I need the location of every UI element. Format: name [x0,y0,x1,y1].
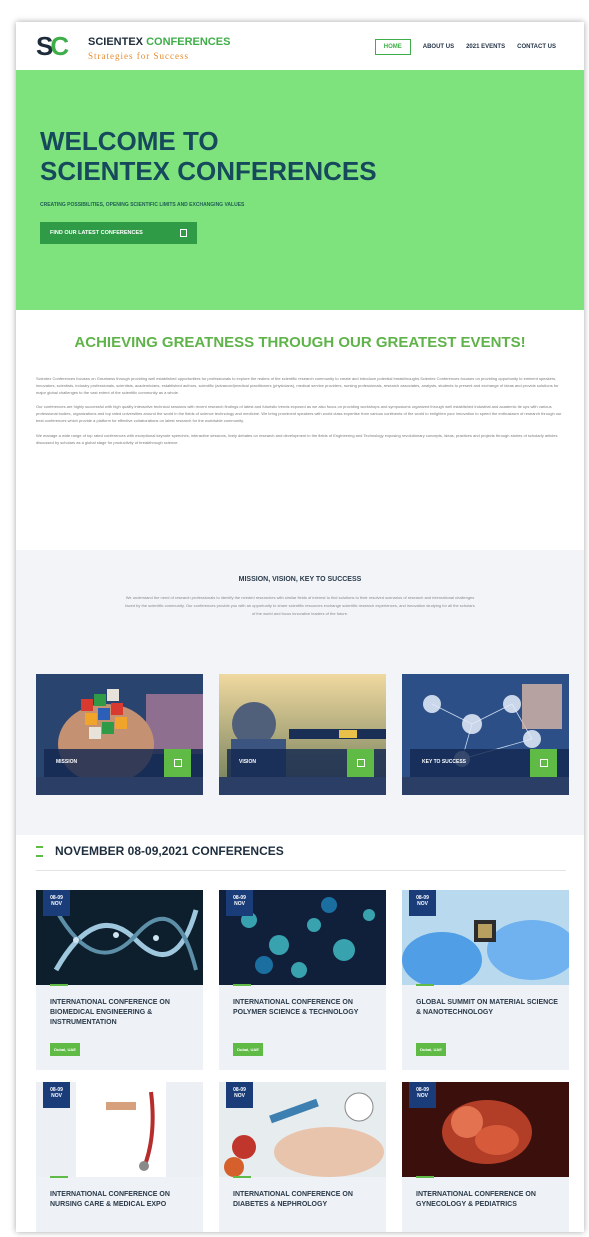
vision-card-button[interactable] [347,749,374,777]
divider [36,870,566,871]
date-month: NOV [417,901,428,907]
key-to-success-card[interactable]: KEY TO SUCCESS [402,674,569,795]
logo-mark[interactable]: SC [36,33,69,59]
conference-card[interactable]: 08-09 NOV INTERNATIONAL CONFERENCE ON BIO… [36,890,203,1070]
mission-text: We understand the need of research profe… [125,595,475,616]
conference-title[interactable]: INTERNATIONAL CONFERENCE ON GYNECOLOGY &… [416,1190,561,1210]
hero-banner: WELCOME TO SCIENTEX CONFERENCES CREATING… [16,70,584,310]
hero-subtitle: CREATING POSSIBILITIES, OPENING SCIENTIF… [40,202,245,208]
vision-card-label: VISION [239,759,256,765]
vision-card-overlay: VISION [227,749,386,777]
accent-bar [233,984,251,986]
conference-title[interactable]: INTERNATIONAL CONFERENCE ON DIABETES & N… [233,1190,378,1210]
key-to-success-card-label: KEY TO SUCCESS [422,759,466,765]
logo-name-part1: SCIENTEX [88,36,144,48]
link-icon [174,759,182,767]
date-badge: 08-09 NOV [226,1082,253,1108]
find-conferences-label: FIND OUR LATEST CONFERENCES [50,230,143,236]
nav-home[interactable]: HOME [374,39,411,55]
accent-bar [233,1176,251,1178]
menu-icon [36,846,43,858]
date-month: NOV [234,1093,245,1099]
mission-section: MISSION, VISION, KEY TO SUCCESS We under… [16,550,584,835]
conference-card[interactable]: 08-09 NOV INTERNATIONAL CONFERENCE ON POL… [219,890,386,1070]
date-badge: 08-09 NOV [43,1082,70,1108]
conference-card[interactable]: 08-09 NOV INTERNATIONAL CONFERENCE ON DIA… [219,1082,386,1232]
conference-card[interactable]: 08-09 NOV INTERNATIONAL CONFERENCE ON NUR… [36,1082,203,1232]
link-icon [357,759,365,767]
arrow-icon [180,229,187,237]
achieving-title: ACHIEVING GREATNESS THROUGH OUR GREATEST… [74,334,526,351]
location-tag[interactable]: Dubai, UAE [416,1043,446,1056]
hero-title-line1: WELCOME TO [40,126,219,156]
logo-name[interactable]: SCIENTEX CONFERENCES [88,36,230,48]
find-conferences-button[interactable]: FIND OUR LATEST CONFERENCES [40,222,197,244]
key-to-success-card-button[interactable] [530,749,557,777]
accent-bar [416,984,434,986]
achieving-body: Scientex Conferences focuses on Greatnes… [36,376,566,454]
date-month: NOV [417,1093,428,1099]
mission-card-label: MISSION [56,759,78,765]
link-icon [540,759,548,767]
mission-card-overlay: MISSION [44,749,203,777]
nav-2021-events[interactable]: 2021 EVENTS [460,44,511,50]
mission-card-button[interactable] [164,749,191,777]
date-month: NOV [51,1093,62,1099]
date-month: NOV [234,901,245,907]
conference-title[interactable]: INTERNATIONAL CONFERENCE ON BIOMEDICAL E… [50,998,195,1028]
mission-card[interactable]: MISSION [36,674,203,795]
conferences-heading-text: NOVEMBER 08-09,2021 CONFERENCES [55,844,284,858]
date-badge: 08-09 NOV [409,1082,436,1108]
conference-title[interactable]: INTERNATIONAL CONFERENCE ON NURSING CARE… [50,1190,195,1210]
location-tag[interactable]: Dubai, UAE [233,1043,263,1056]
nav-about-us[interactable]: ABOUT US [417,44,460,50]
key-to-success-card-overlay: KEY TO SUCCESS [410,749,569,777]
date-badge: 08-09 NOV [226,890,253,916]
hero-title-line2: SCIENTEX CONFERENCES [40,156,377,186]
conferences-heading: NOVEMBER 08-09,2021 CONFERENCES [36,844,284,858]
accent-bar [50,1176,68,1178]
hero-title: WELCOME TO SCIENTEX CONFERENCES [40,126,460,186]
achieving-paragraph: We manage a wide range of top rated conf… [36,432,558,445]
site-header: SC SCIENTEX CONFERENCES Strategies for S… [16,22,584,70]
vision-card[interactable]: VISION [219,674,386,795]
nav-contact-us[interactable]: CONTACT US [511,44,562,50]
logo-tagline: Strategies for Success [88,51,189,61]
conference-card[interactable]: 08-09 NOV GLOBAL SUMMIT ON MATERIAL SCIEN… [402,890,569,1070]
conference-card[interactable]: 08-09 NOV INTERNATIONAL CONFERENCE ON GYN… [402,1082,569,1232]
date-month: NOV [51,901,62,907]
achieving-paragraph: Scientex Conferences focuses on Greatnes… [36,376,559,395]
logo-name-part2: CONFERENCES [146,36,231,48]
accent-bar [50,984,68,986]
mission-title: MISSION, VISION, KEY TO SUCCESS [238,576,362,583]
conference-title[interactable]: INTERNATIONAL CONFERENCE ON POLYMER SCIE… [233,998,378,1018]
date-badge: 08-09 NOV [43,890,70,916]
achieving-paragraph: Our conferences are highly successful wi… [36,404,562,423]
location-tag[interactable]: Dubai, UAE [50,1043,80,1056]
main-nav: HOME ABOUT US 2021 EVENTS CONTACT US [374,39,562,55]
page-frame: SC SCIENTEX CONFERENCES Strategies for S… [16,22,584,1232]
date-badge: 08-09 NOV [409,890,436,916]
conference-title[interactable]: GLOBAL SUMMIT ON MATERIAL SCIENCE & NANO… [416,998,561,1018]
accent-bar [416,1176,434,1178]
